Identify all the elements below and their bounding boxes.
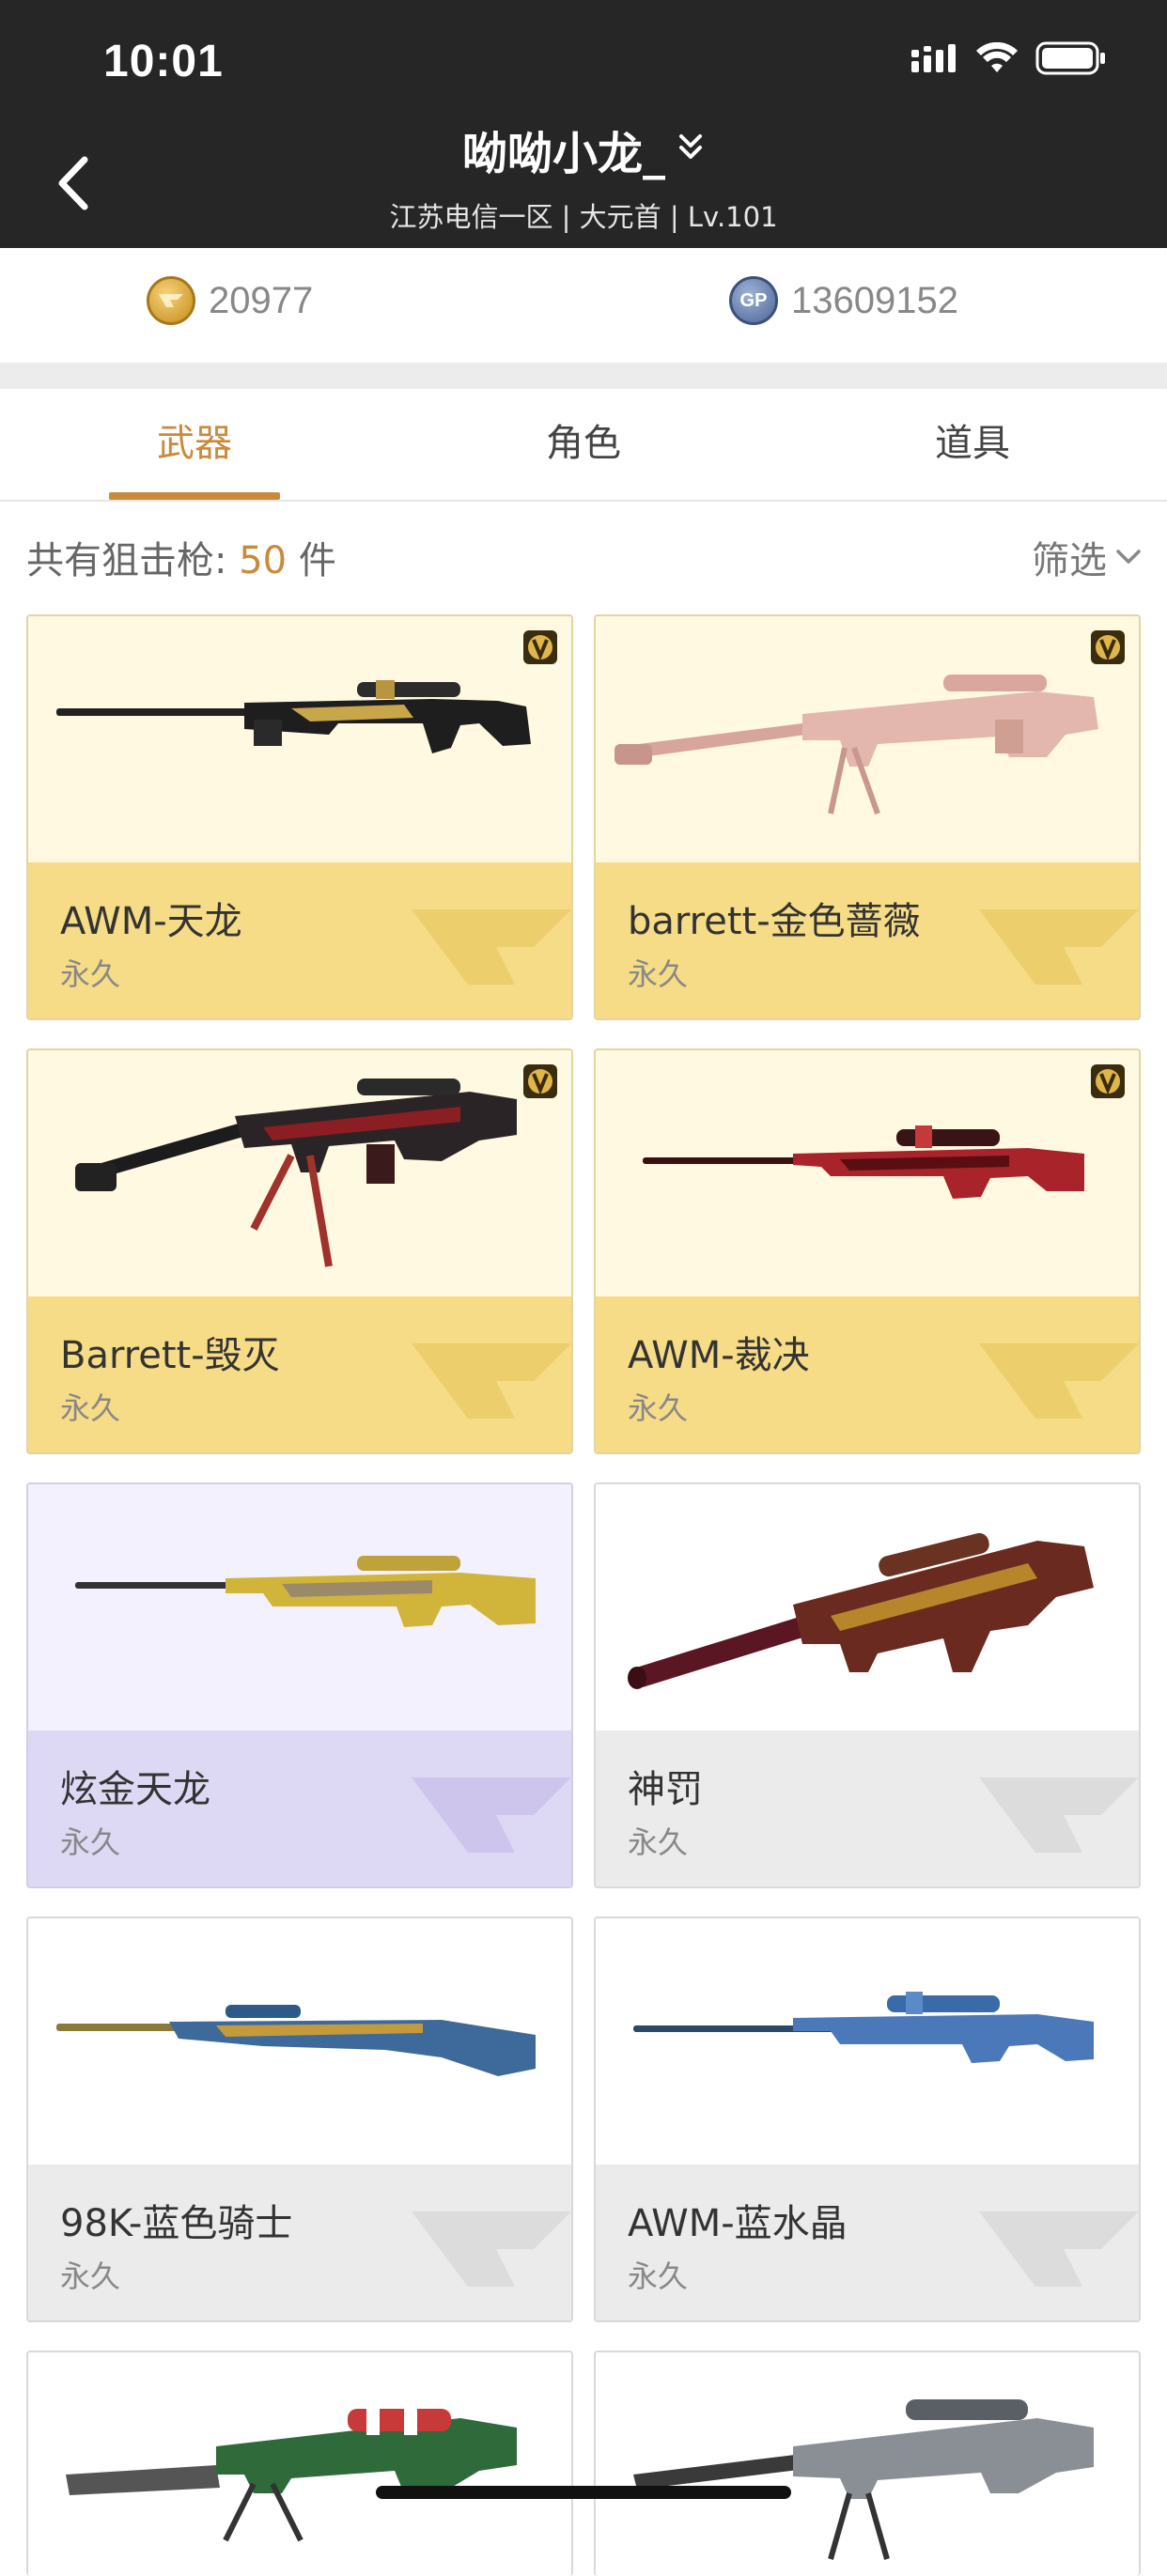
weapon-image xyxy=(28,2352,571,2576)
weapon-info: AWM-蓝水晶 永久 xyxy=(596,2165,1139,2320)
weapon-duration: 永久 xyxy=(60,2258,121,2294)
category-tabs: 武器 角色 道具 xyxy=(0,389,1167,502)
vip-badge-icon xyxy=(1090,1063,1126,1099)
weapon-duration: 永久 xyxy=(60,956,121,992)
weapon-card[interactable]: 神罚 永久 xyxy=(594,1482,1141,1888)
page-title: 呦呦小龙_ xyxy=(461,128,665,180)
gp-coin-icon: GP xyxy=(729,276,778,325)
weapon-image xyxy=(596,1484,1139,1730)
cf-logo-watermark-icon xyxy=(412,909,571,985)
section-divider xyxy=(0,363,1167,389)
weapon-name: Barrett-毁灭 xyxy=(60,1334,280,1377)
sniper-rifle-icon xyxy=(66,2405,517,2542)
cf-logo-watermark-icon xyxy=(979,909,1139,985)
sniper-rifle-icon xyxy=(56,2005,536,2076)
weapon-info: AWM-裁决 永久 xyxy=(596,1296,1139,1452)
weapon-info: 98K-蓝色骑士 永久 xyxy=(28,2165,571,2320)
cf-logo-watermark-icon xyxy=(979,1343,1139,1419)
weapon-duration: 永久 xyxy=(628,2258,689,2294)
sniper-rifle-icon xyxy=(633,1992,1094,2063)
weapon-card[interactable]: 炫金天龙 永久 xyxy=(26,1482,573,1888)
weapon-image xyxy=(28,1050,571,1296)
cf-logo-watermark-icon xyxy=(412,2211,571,2287)
weapon-card[interactable]: AWM-天龙 永久 xyxy=(26,614,573,1020)
item-count-unit: 件 xyxy=(287,539,336,582)
sniper-rifle-icon xyxy=(75,1079,517,1267)
cf-coin-icon xyxy=(147,276,195,325)
sniper-rifle-icon xyxy=(633,2399,1094,2560)
currency-bar: 20977 GP 13609152 xyxy=(0,248,1167,363)
weapon-card[interactable] xyxy=(594,2351,1141,2576)
weapon-info: barrett-金色蔷薇 永久 xyxy=(596,862,1139,1018)
filter-row: 共有狙击枪: 50 件 筛选 xyxy=(0,502,1167,605)
weapon-card[interactable] xyxy=(26,2351,573,2576)
weapon-duration: 永久 xyxy=(628,1824,689,1860)
sniper-rifle-icon xyxy=(643,1125,1084,1199)
cellular-signal-icon xyxy=(911,44,958,76)
tab-items[interactable]: 道具 xyxy=(778,389,1167,500)
weapon-image xyxy=(596,1918,1139,2165)
gp-points-value: 13609152 xyxy=(791,279,958,321)
sniper-rifle-icon xyxy=(615,675,1098,815)
weapon-image xyxy=(596,2352,1139,2576)
weapon-name: 神罚 xyxy=(628,1768,703,1811)
weapon-name: AWM-天龙 xyxy=(60,900,242,943)
weapon-image xyxy=(28,616,571,862)
item-count: 共有狙击枪: 50 件 xyxy=(26,530,336,584)
account-switcher[interactable]: 呦呦小龙_ 江苏电信一区 | 大元首 | Lv.101 xyxy=(0,116,1167,235)
sniper-rifle-icon xyxy=(75,1556,536,1627)
cf-logo-watermark-icon xyxy=(979,1777,1139,1853)
filter-label: 筛选 xyxy=(1032,539,1107,582)
weapon-card[interactable]: Barrett-毁灭 永久 xyxy=(26,1048,573,1454)
weapon-info: 炫金天龙 永久 xyxy=(28,1730,571,1886)
top-header: 10:01 呦呦小龙_ 江苏电信一区 | 大元首 | Lv.101 xyxy=(0,0,1167,248)
sniper-rifle-icon xyxy=(628,1532,1094,1689)
wifi-icon xyxy=(975,41,1019,78)
tab-weapons[interactable]: 武器 xyxy=(0,389,389,500)
weapon-image xyxy=(596,616,1139,862)
double-chevron-down-icon xyxy=(677,131,705,168)
home-indicator[interactable] xyxy=(376,2486,791,2499)
weapon-info: Barrett-毁灭 永久 xyxy=(28,1296,571,1452)
weapon-image xyxy=(28,1918,571,2165)
weapon-image xyxy=(596,1050,1139,1296)
cf-logo-watermark-icon xyxy=(979,2211,1139,2287)
battery-icon xyxy=(1035,41,1107,79)
weapon-duration: 永久 xyxy=(628,1390,689,1426)
weapon-card[interactable]: AWM-裁决 永久 xyxy=(594,1048,1141,1454)
item-count-label: 共有狙击枪: xyxy=(26,539,240,582)
chevron-down-icon xyxy=(1116,550,1141,564)
tab-characters[interactable]: 角色 xyxy=(389,389,778,500)
gp-points: GP 13609152 xyxy=(729,276,958,325)
vip-badge-icon xyxy=(522,629,558,665)
weapon-duration: 永久 xyxy=(60,1390,121,1426)
weapon-name: barrett-金色蔷薇 xyxy=(628,900,921,943)
vip-badge-icon xyxy=(1090,629,1126,665)
active-tab-indicator xyxy=(109,492,280,500)
item-count-number: 50 xyxy=(239,539,288,582)
weapon-info: 神罚 永久 xyxy=(596,1730,1139,1886)
sniper-rifle-icon xyxy=(56,680,531,753)
cf-logo-watermark-icon xyxy=(412,1343,571,1419)
weapon-card[interactable]: barrett-金色蔷薇 永久 xyxy=(594,614,1141,1020)
weapon-duration: 永久 xyxy=(628,956,689,992)
cf-points: 20977 xyxy=(147,276,313,325)
weapon-name: 98K-蓝色骑士 xyxy=(60,2202,293,2245)
server-info: 江苏电信一区 | 大元首 | Lv.101 xyxy=(389,201,778,233)
cf-logo-watermark-icon xyxy=(412,1777,571,1853)
weapon-name: AWM-裁决 xyxy=(628,1334,810,1377)
weapon-duration: 永久 xyxy=(60,1824,121,1860)
cf-points-value: 20977 xyxy=(209,279,314,321)
vip-badge-icon xyxy=(522,1063,558,1099)
weapon-name: AWM-蓝水晶 xyxy=(628,2202,848,2245)
filter-button[interactable]: 筛选 xyxy=(1032,530,1143,584)
status-time: 10:01 xyxy=(103,37,224,86)
weapon-info: AWM-天龙 永久 xyxy=(28,862,571,1018)
weapon-card[interactable]: 98K-蓝色骑士 永久 xyxy=(26,1916,573,2322)
weapon-card[interactable]: AWM-蓝水晶 永久 xyxy=(594,1916,1141,2322)
weapon-image xyxy=(28,1484,571,1730)
weapon-name: 炫金天龙 xyxy=(60,1768,210,1811)
status-icons xyxy=(911,41,1107,79)
